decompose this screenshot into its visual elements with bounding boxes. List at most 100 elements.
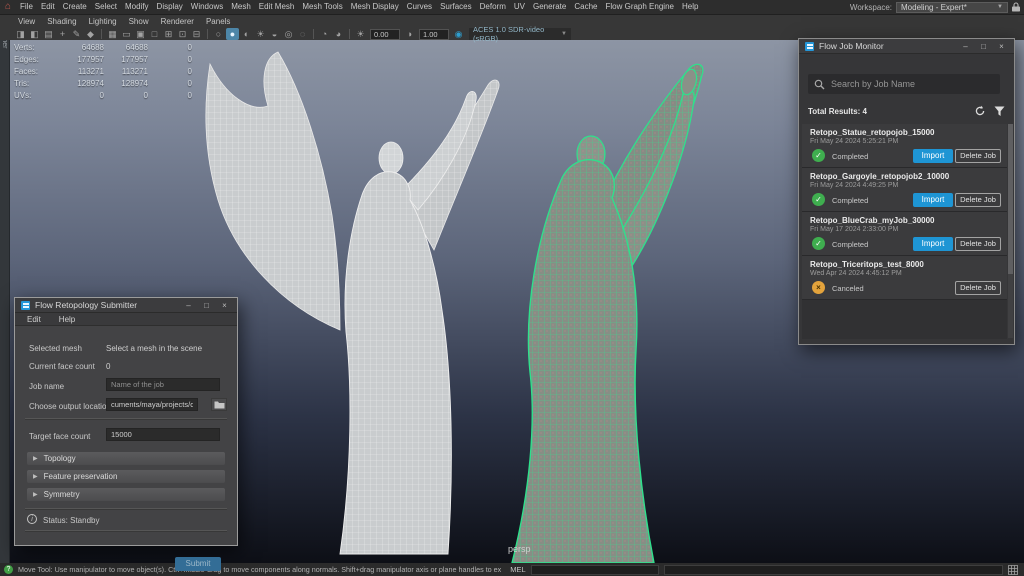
panel-menu-renderer[interactable]: Renderer: [155, 17, 200, 26]
import-button[interactable]: Import: [913, 193, 953, 207]
panel-menu-panels[interactable]: Panels: [200, 17, 236, 26]
gamma-field[interactable]: 1.00: [419, 29, 449, 40]
menu-modify[interactable]: Modify: [121, 0, 153, 14]
menu-surfaces[interactable]: Surfaces: [436, 0, 476, 14]
shaded-mode-icon[interactable]: ●: [226, 28, 239, 40]
camera-bookmark-icon[interactable]: ◧: [28, 28, 41, 40]
job-card: Retopo_Statue_retopojob_15000 Fri May 24…: [802, 124, 1007, 168]
delete-job-button[interactable]: Delete Job: [955, 281, 1001, 295]
wireframe-mode-icon[interactable]: ○: [212, 28, 225, 40]
menu-flow-graph-engine[interactable]: Flow Graph Engine: [601, 0, 677, 14]
refresh-icon[interactable]: [974, 105, 986, 117]
film-gate-icon[interactable]: ▭: [120, 28, 133, 40]
motion-blur-icon[interactable]: ◌: [296, 28, 309, 40]
menu-edit-mesh[interactable]: Edit Mesh: [255, 0, 299, 14]
script-editor-icon[interactable]: [1008, 565, 1018, 575]
workspace-dropdown[interactable]: Modeling - Expert* ▼: [896, 2, 1008, 13]
pan-zoom-icon[interactable]: +: [56, 28, 69, 40]
image-plane-icon[interactable]: ▤: [42, 28, 55, 40]
menu-curves[interactable]: Curves: [403, 0, 436, 14]
submitter-menu-edit[interactable]: Edit: [27, 315, 41, 324]
panel-menu-shading[interactable]: Shading: [41, 17, 82, 26]
snap-icon[interactable]: ◆: [84, 28, 97, 40]
maximize-button[interactable]: □: [977, 39, 990, 54]
status-completed-icon: ✓: [812, 149, 825, 162]
workspace-lock-icon[interactable]: [1012, 2, 1020, 12]
shadows-icon[interactable]: ◒: [268, 28, 281, 40]
browse-folder-button[interactable]: [211, 398, 227, 411]
menu-edit[interactable]: Edit: [37, 0, 59, 14]
field-chart-icon[interactable]: ⊞: [162, 28, 175, 40]
panel-menu-lighting[interactable]: Lighting: [83, 17, 123, 26]
maya-app-icon[interactable]: ⌂: [0, 0, 16, 14]
outliner-panel-tab[interactable]: Outliner: [0, 14, 10, 563]
isolate-select-icon[interactable]: ◕: [332, 28, 345, 40]
menu-display[interactable]: Display: [153, 0, 187, 14]
resolution-gate-icon[interactable]: ▣: [134, 28, 147, 40]
menu-mesh-tools[interactable]: Mesh Tools: [298, 0, 346, 14]
minimize-button[interactable]: –: [182, 298, 195, 313]
output-location-input[interactable]: [106, 398, 198, 411]
hud-value: 0: [48, 90, 104, 102]
camera-lock-icon[interactable]: ◨: [14, 28, 27, 40]
menu-uv[interactable]: UV: [510, 0, 529, 14]
mel-output-field[interactable]: [664, 565, 1004, 575]
hud-row-edges: Edges: 177957 177957 0: [14, 54, 192, 66]
exposure-field[interactable]: 0.00: [370, 29, 400, 40]
job-search-box[interactable]: [808, 74, 1000, 94]
hud-value: 0: [148, 90, 192, 102]
minimize-button[interactable]: –: [959, 39, 972, 54]
delete-job-button[interactable]: Delete Job: [955, 193, 1001, 207]
menu-select[interactable]: Select: [91, 0, 121, 14]
delete-job-button[interactable]: Delete Job: [955, 149, 1001, 163]
submitter-titlebar[interactable]: Flow Retopology Submitter – □ ×: [15, 298, 237, 313]
job-name-input[interactable]: [106, 378, 220, 391]
job-monitor-body: Total Results: 4 Retopo_Statue_retopojob…: [799, 54, 1014, 344]
gamma-icon[interactable]: ◑: [403, 28, 416, 40]
grid-display-icon[interactable]: ▦: [106, 28, 119, 40]
section-topology[interactable]: ▶ Topology: [27, 452, 225, 465]
close-button[interactable]: ×: [995, 39, 1008, 54]
view-transform-dropdown[interactable]: ACES 1.0 SDR-video (sRGB) ▼: [469, 28, 571, 40]
help-icon[interactable]: ?: [4, 565, 13, 574]
menu-cache[interactable]: Cache: [570, 0, 601, 14]
use-all-lights-icon[interactable]: ☀: [254, 28, 267, 40]
mel-command-input[interactable]: [531, 565, 659, 575]
color-management-icon[interactable]: ◉: [452, 28, 465, 40]
section-feature-preservation[interactable]: ▶ Feature preservation: [27, 470, 225, 483]
import-button[interactable]: Import: [913, 237, 953, 251]
target-face-count-input[interactable]: [106, 428, 220, 441]
section-symmetry[interactable]: ▶ Symmetry: [27, 488, 225, 501]
maximize-button[interactable]: □: [200, 298, 213, 313]
job-monitor-titlebar[interactable]: Flow Job Monitor – □ ×: [799, 39, 1014, 54]
safe-title-icon[interactable]: ⊟: [190, 28, 203, 40]
exposure-icon[interactable]: ☀: [354, 28, 367, 40]
job-date: Fri May 17 2024 2:33:00 PM: [810, 226, 898, 233]
scrollbar[interactable]: [1008, 124, 1013, 338]
panel-menu-show[interactable]: Show: [123, 17, 155, 26]
safe-action-icon[interactable]: ⊡: [176, 28, 189, 40]
occlusion-icon[interactable]: ◎: [282, 28, 295, 40]
textured-mode-icon[interactable]: ◐: [240, 28, 253, 40]
search-input[interactable]: [831, 79, 994, 89]
menu-windows[interactable]: Windows: [187, 0, 227, 14]
menu-generate[interactable]: Generate: [529, 0, 570, 14]
menu-help[interactable]: Help: [678, 0, 702, 14]
delete-job-button[interactable]: Delete Job: [955, 237, 1001, 251]
menu-mesh-display[interactable]: Mesh Display: [347, 0, 403, 14]
scrollbar-thumb[interactable]: [1008, 124, 1013, 274]
filter-icon[interactable]: [994, 106, 1005, 117]
menu-mesh[interactable]: Mesh: [227, 0, 255, 14]
import-button[interactable]: Import: [913, 149, 953, 163]
gate-mask-icon[interactable]: □: [148, 28, 161, 40]
chevron-right-icon: ▶: [33, 491, 38, 498]
menu-create[interactable]: Create: [59, 0, 91, 14]
grease-pencil-icon[interactable]: ✎: [70, 28, 83, 40]
menu-deform[interactable]: Deform: [476, 0, 510, 14]
submit-button[interactable]: Submit: [175, 557, 221, 571]
close-button[interactable]: ×: [218, 298, 231, 313]
panel-menu-view[interactable]: View: [12, 17, 41, 26]
xray-icon[interactable]: ◔: [318, 28, 331, 40]
menu-file[interactable]: File: [16, 0, 37, 14]
submitter-menu-help[interactable]: Help: [59, 315, 75, 324]
